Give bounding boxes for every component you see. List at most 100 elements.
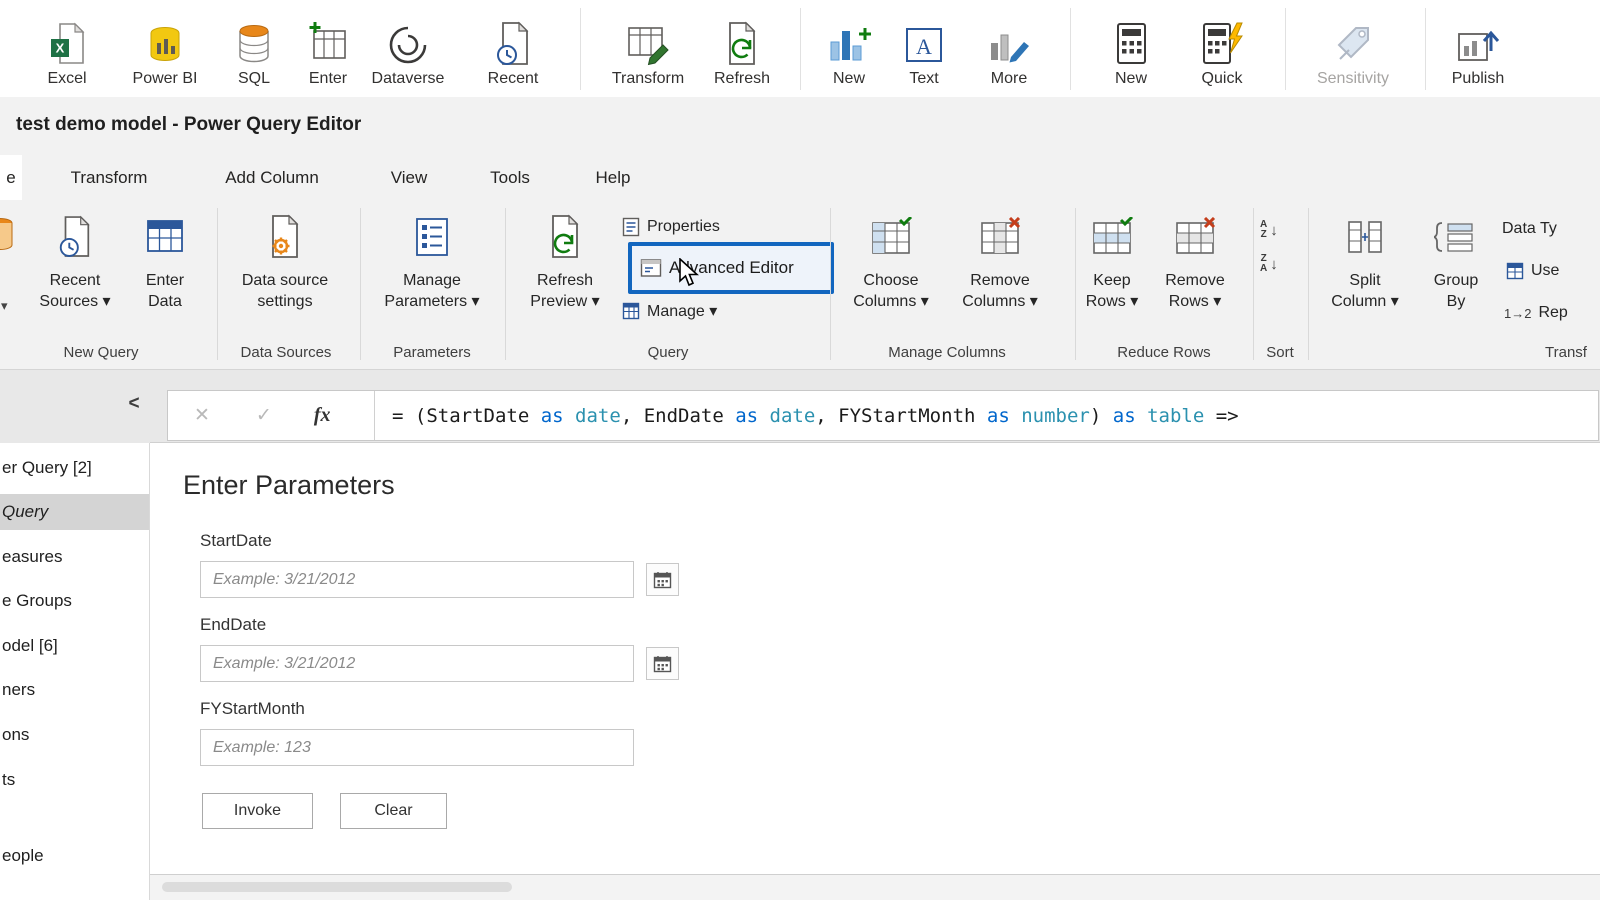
power-bi-datasets-icon bbox=[145, 15, 185, 67]
split-column-label: Split Column ▾ bbox=[1331, 272, 1399, 310]
formula-token: as bbox=[1112, 404, 1136, 427]
refresh-icon-top bbox=[722, 15, 762, 67]
query-list-item-partial[interactable]: eople bbox=[2, 846, 44, 866]
new-visual-label: New bbox=[832, 70, 865, 87]
fystartmonth-input[interactable] bbox=[200, 729, 634, 766]
remove-rows-icon bbox=[1173, 210, 1217, 264]
remove-rows-button[interactable]: Remove Rows ▾ bbox=[1140, 210, 1250, 312]
recent-sources-icon bbox=[56, 210, 94, 264]
ribbon-separator bbox=[1285, 8, 1286, 90]
keep-rows-icon bbox=[1090, 210, 1134, 264]
use-first-row-button-partial[interactable]: Use bbox=[1506, 258, 1559, 284]
manage-parameters-label: Manage Parameters ▾ bbox=[384, 272, 480, 310]
fx-icon: fx bbox=[313, 404, 331, 426]
scrollbar-thumb[interactable] bbox=[162, 882, 512, 892]
query-list-item-partial[interactable]: e Groups bbox=[2, 591, 72, 611]
startdate-datepicker-button[interactable] bbox=[646, 563, 679, 596]
new-source-button-partial[interactable] bbox=[0, 214, 18, 256]
formula-input[interactable]: = (StartDate as date, EndDate as date, F… bbox=[374, 391, 1598, 440]
page-title: Enter Parameters bbox=[183, 470, 395, 500]
refresh-preview-icon bbox=[545, 210, 585, 264]
sort-za-letters: Z A bbox=[1260, 253, 1268, 274]
query-list-item-partial[interactable]: ners bbox=[2, 680, 35, 700]
startdate-input[interactable] bbox=[200, 561, 634, 598]
dataverse-label: Dataverse bbox=[371, 70, 445, 87]
data-source-settings-button[interactable]: Data source settings bbox=[230, 210, 340, 312]
sensitivity-button[interactable]: Sensitivity bbox=[1298, 0, 1408, 96]
calendar-icon bbox=[653, 571, 672, 588]
sql-database-icon bbox=[234, 15, 274, 67]
enddate-input[interactable] bbox=[200, 645, 634, 682]
new-visual-icon bbox=[826, 15, 872, 67]
tab-help[interactable]: Help bbox=[573, 155, 653, 200]
new-source-dropdown-arrow[interactable]: ▾ bbox=[1, 298, 8, 314]
formula-bar-buttons: ✕ ✓ fx bbox=[168, 391, 374, 440]
remove-columns-button[interactable]: Remove Columns ▾ bbox=[945, 210, 1055, 312]
sort-descending-button[interactable]: Z A ↓ bbox=[1260, 250, 1300, 278]
commit-formula-icon[interactable]: ✓ bbox=[256, 404, 272, 427]
ribbon-separator bbox=[580, 8, 581, 90]
formula-token: , FYStartMonth bbox=[815, 404, 987, 427]
more-visuals-button[interactable]: More bbox=[954, 0, 1064, 96]
tab-tools[interactable]: Tools bbox=[465, 155, 555, 200]
manage-button[interactable]: Manage ▾ bbox=[622, 298, 717, 324]
group-by-button[interactable]: Group By bbox=[1401, 210, 1511, 312]
advanced-editor-button[interactable]: Advanced Editor bbox=[628, 242, 834, 294]
excel-workbook-button[interactable]: X Excel bbox=[12, 0, 122, 96]
quick-measure-icon bbox=[1200, 15, 1244, 67]
menu-tab-bar: e Transform Add Column View Tools Help bbox=[0, 155, 1600, 200]
query-list-item-partial[interactable]: easures bbox=[2, 547, 62, 567]
enddate-datepicker-button[interactable] bbox=[646, 647, 679, 680]
quick-measure-button[interactable]: Quick bbox=[1167, 0, 1277, 96]
enter-data-icon bbox=[144, 210, 186, 264]
manage-parameters-button[interactable]: Manage Parameters ▾ bbox=[377, 210, 487, 312]
recent-sources-icon-top bbox=[493, 15, 533, 67]
formula-token: number bbox=[1009, 404, 1090, 427]
properties-button[interactable]: Properties bbox=[622, 214, 720, 240]
query-group-item-partial[interactable]: er Query [2] bbox=[2, 458, 92, 478]
horizontal-scrollbar[interactable] bbox=[150, 875, 1600, 900]
query-list-item-partial[interactable]: odel [6] bbox=[2, 636, 58, 656]
query-list-item-selected[interactable]: Query bbox=[0, 494, 149, 530]
group-by-label: Group By bbox=[1433, 272, 1479, 310]
use-first-row-label: Use bbox=[1531, 262, 1560, 279]
enter-data-icon-top bbox=[307, 15, 349, 67]
sort-ascending-button[interactable]: A Z ↓ bbox=[1260, 216, 1300, 244]
tab-add-column[interactable]: Add Column bbox=[202, 155, 342, 200]
refresh-preview-label: Refresh Preview ▾ bbox=[530, 272, 600, 310]
group-label-query: Query bbox=[647, 344, 689, 361]
advanced-editor-icon bbox=[640, 257, 662, 279]
transform-data-icon bbox=[625, 15, 671, 67]
query-list-item-partial[interactable]: ts bbox=[2, 770, 15, 790]
replace-values-icon: 1→2 bbox=[1504, 305, 1532, 321]
refresh-label-top: Refresh bbox=[713, 70, 771, 87]
publish-button[interactable]: Publish bbox=[1423, 0, 1533, 96]
collapse-queries-pane-button[interactable]: < bbox=[120, 390, 148, 418]
svg-text:X: X bbox=[56, 41, 65, 56]
excel-label: Excel bbox=[47, 70, 87, 87]
replace-values-button-partial[interactable]: 1→2 Rep bbox=[1504, 300, 1568, 326]
tab-transform[interactable]: Transform bbox=[54, 155, 164, 200]
data-source-settings-label: Data source settings bbox=[241, 272, 329, 310]
data-type-button-partial[interactable]: Data Ty bbox=[1502, 216, 1557, 242]
clear-button[interactable]: Clear bbox=[340, 793, 447, 829]
replace-values-label: Rep bbox=[1538, 304, 1568, 321]
invoke-button[interactable]: Invoke bbox=[202, 793, 313, 829]
queries-pane: er Query [2] Query easures e Groups odel… bbox=[0, 443, 149, 900]
data-type-label: Data Ty bbox=[1502, 220, 1557, 237]
dataverse-button[interactable]: Dataverse bbox=[353, 0, 463, 96]
title-bar: test demo model - Power Query Editor bbox=[0, 97, 1600, 155]
refresh-preview-button[interactable]: Refresh Preview ▾ bbox=[510, 210, 620, 312]
enter-data-button[interactable]: Enter Data bbox=[110, 210, 220, 312]
svg-text:A: A bbox=[916, 34, 932, 59]
tab-view[interactable]: View bbox=[369, 155, 449, 200]
refresh-button-top[interactable]: Refresh bbox=[687, 0, 797, 96]
startdate-label: StartDate bbox=[200, 531, 272, 550]
transform-data-label: Transform bbox=[611, 70, 685, 87]
choose-columns-button[interactable]: Choose Columns ▾ bbox=[836, 210, 946, 312]
tab-home-partial[interactable]: e bbox=[0, 155, 22, 200]
query-list-item-partial[interactable]: ons bbox=[2, 725, 29, 745]
cancel-formula-icon[interactable]: ✕ bbox=[194, 404, 210, 427]
enddate-label: EndDate bbox=[200, 615, 267, 634]
recent-sources-button-top[interactable]: Recent bbox=[458, 0, 568, 96]
